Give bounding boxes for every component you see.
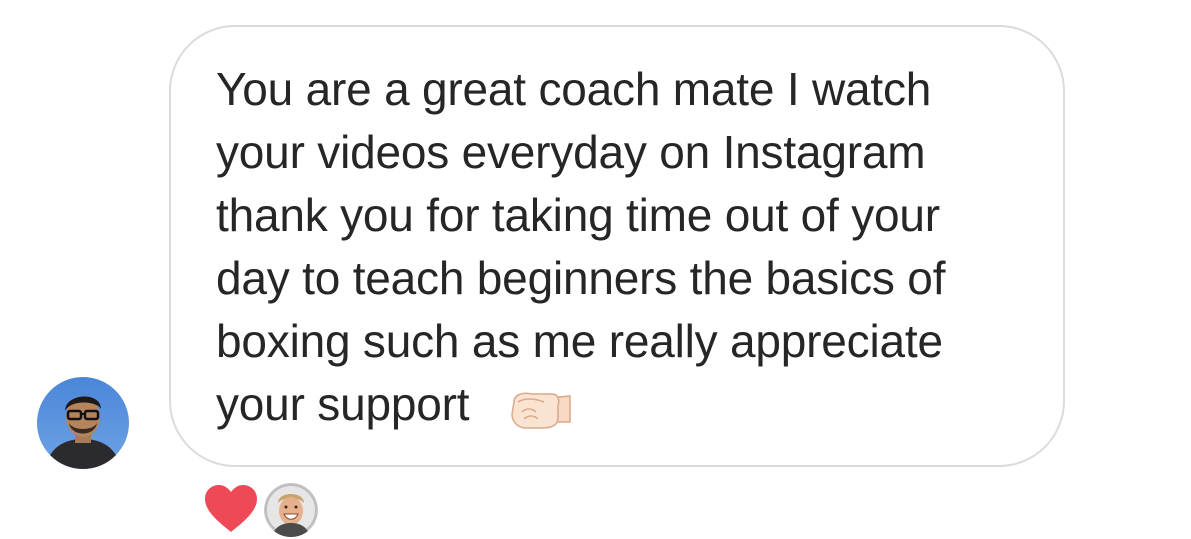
heart-icon[interactable] [203, 484, 259, 534]
sender-avatar[interactable] [37, 377, 129, 469]
reactor-avatar[interactable] [264, 483, 318, 537]
left-facing-fist-emoji [508, 388, 572, 432]
message-text: You are a great coach mate I watch your … [216, 63, 946, 430]
